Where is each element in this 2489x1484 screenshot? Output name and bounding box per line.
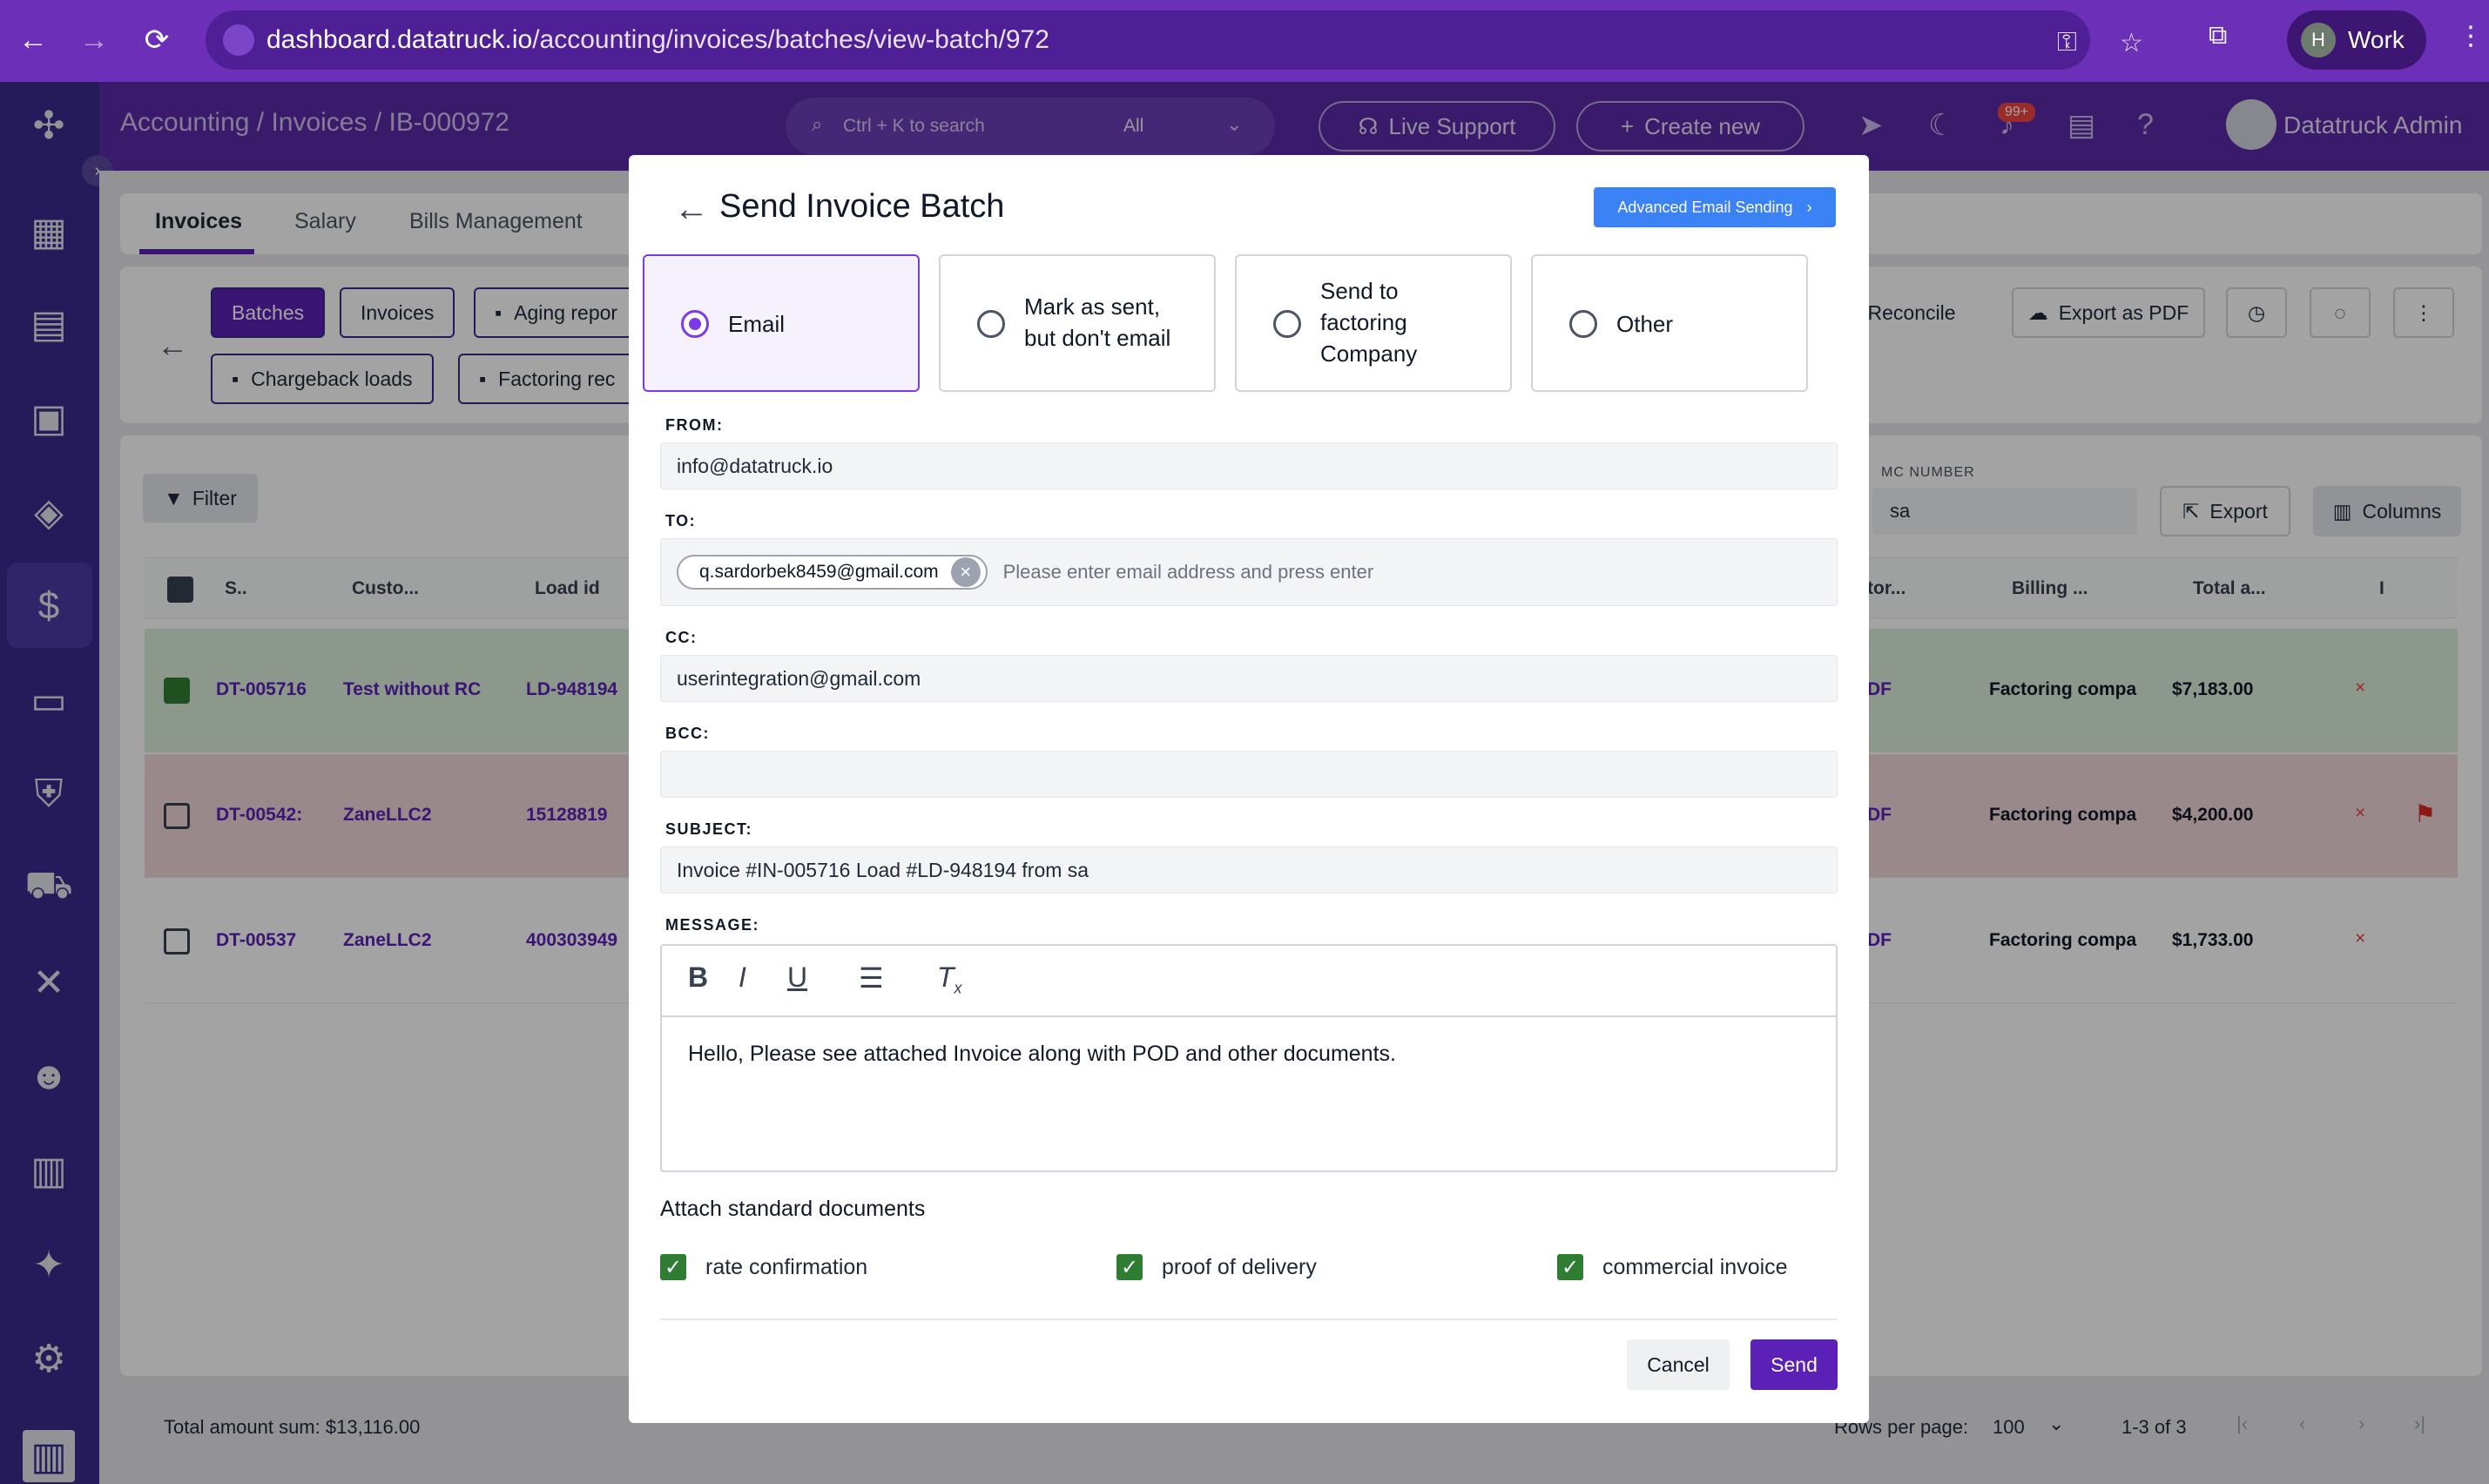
back-arrow-icon[interactable]: ← [7, 14, 59, 66]
attach-proof-of-delivery[interactable]: ✓ proof of delivery [1116, 1254, 1317, 1280]
radio-send-to-factoring[interactable] [1273, 310, 1301, 338]
key-icon[interactable]: ⚿ [2057, 28, 2077, 57]
subject-field[interactable]: Invoice #IN-005716 Load #LD-948194 from … [660, 847, 1838, 894]
profile-avatar: H [2301, 23, 2336, 57]
extensions-icon[interactable]: ⧉ [2209, 21, 2227, 51]
option-line: Mark as sent, [1024, 293, 1161, 320]
checkbox-checked-icon[interactable]: ✓ [660, 1254, 686, 1280]
underline-icon[interactable]: U [787, 961, 807, 994]
to-input-placeholder[interactable]: Please enter email address and press ent… [1003, 561, 1374, 583]
reload-icon[interactable]: ⟳ [131, 14, 183, 66]
attach-label: commercial invoice [1602, 1254, 1788, 1279]
option-mark-as-sent[interactable]: Mark as sent, but don't email [939, 254, 1216, 392]
radio-email[interactable] [681, 310, 709, 338]
option-email[interactable]: Email [643, 254, 920, 392]
bcc-field[interactable] [660, 751, 1838, 798]
option-line: factoring [1320, 309, 1407, 335]
bullet-list-icon[interactable]: ☰ [859, 961, 884, 995]
send-button[interactable]: Send [1750, 1339, 1838, 1390]
attach-rate-confirmation[interactable]: ✓ rate confirmation [660, 1254, 867, 1280]
option-send-to-factoring-label: Send to factoring Company [1320, 275, 1417, 369]
message-editor[interactable]: Hello, Please see attached Invoice along… [660, 1017, 1838, 1172]
option-mark-as-sent-label: Mark as sent, but don't email [1024, 291, 1170, 354]
advanced-email-label: Advanced Email Sending [1617, 198, 1793, 216]
chevron-right-icon: › [1806, 198, 1812, 216]
to-field[interactable]: q.sardorbek8459@gmail.com × Please enter… [660, 538, 1838, 606]
send-invoice-batch-modal: ← Send Invoice Batch Advanced Email Send… [629, 155, 1869, 1423]
italic-icon[interactable]: I [739, 961, 746, 994]
option-line: Company [1320, 341, 1418, 367]
advanced-email-button[interactable]: Advanced Email Sending › [1594, 187, 1836, 227]
url-host: dashboard.datatruck.io [266, 25, 533, 54]
bcc-label: BCC: [665, 725, 710, 742]
close-icon[interactable]: × [950, 557, 981, 587]
to-label: TO: [665, 512, 697, 530]
from-label: FROM: [665, 416, 724, 434]
address-bar[interactable]: dashboard.datatruck.io/accounting/invoic… [206, 10, 2143, 70]
option-email-label: Email [728, 311, 786, 337]
attach-documents-title: Attach standard documents [660, 1197, 926, 1221]
forward-arrow-icon[interactable]: → [68, 14, 120, 66]
browser-menu-icon[interactable]: ⋮ [2458, 21, 2484, 51]
checkbox-checked-icon[interactable]: ✓ [1116, 1254, 1143, 1280]
option-line: Send to [1320, 278, 1399, 304]
option-other[interactable]: Other [1531, 254, 1808, 392]
from-field[interactable]: info@datatruck.io [660, 442, 1838, 489]
bold-icon[interactable]: B [688, 961, 708, 994]
option-other-label: Other [1616, 311, 1674, 337]
radio-mark-as-sent[interactable] [977, 310, 1005, 338]
rich-text-toolbar: B I U ☰ Tx [660, 944, 1838, 1017]
site-settings-icon[interactable] [223, 24, 254, 56]
message-label: MESSAGE: [665, 916, 760, 934]
profile-button[interactable]: H Work [2287, 10, 2426, 70]
divider [660, 1319, 1838, 1320]
option-send-to-factoring[interactable]: Send to factoring Company [1235, 254, 1512, 392]
cc-label: CC: [665, 629, 698, 646]
url-path: /accounting/invoices/batches/view-batch/… [532, 25, 1049, 54]
checkbox-checked-icon[interactable]: ✓ [1557, 1254, 1583, 1280]
clear-format-icon[interactable]: Tx [937, 961, 962, 997]
cc-field[interactable]: userintegration@gmail.com [660, 655, 1838, 702]
browser-toolbar: ← → ⟳ dashboard.datatruck.io/accounting/… [0, 0, 2489, 82]
subject-label: SUBJECT: [665, 820, 753, 838]
attach-commercial-invoice[interactable]: ✓ commercial invoice [1557, 1254, 1788, 1280]
back-arrow-icon[interactable]: ← [674, 190, 709, 229]
radio-other[interactable] [1569, 310, 1597, 338]
attach-label: rate confirmation [705, 1254, 868, 1279]
cancel-button[interactable]: Cancel [1627, 1339, 1730, 1390]
recipient-email: q.sardorbek8459@gmail.com [699, 562, 939, 582]
option-line: but don't email [1024, 325, 1171, 351]
attach-label: proof of delivery [1162, 1254, 1317, 1279]
recipient-chip[interactable]: q.sardorbek8459@gmail.com × [677, 555, 988, 590]
profile-name: Work [2348, 26, 2405, 53]
star-icon[interactable]: ☆ [2120, 28, 2143, 58]
modal-title: Send Invoice Batch [719, 188, 1005, 225]
